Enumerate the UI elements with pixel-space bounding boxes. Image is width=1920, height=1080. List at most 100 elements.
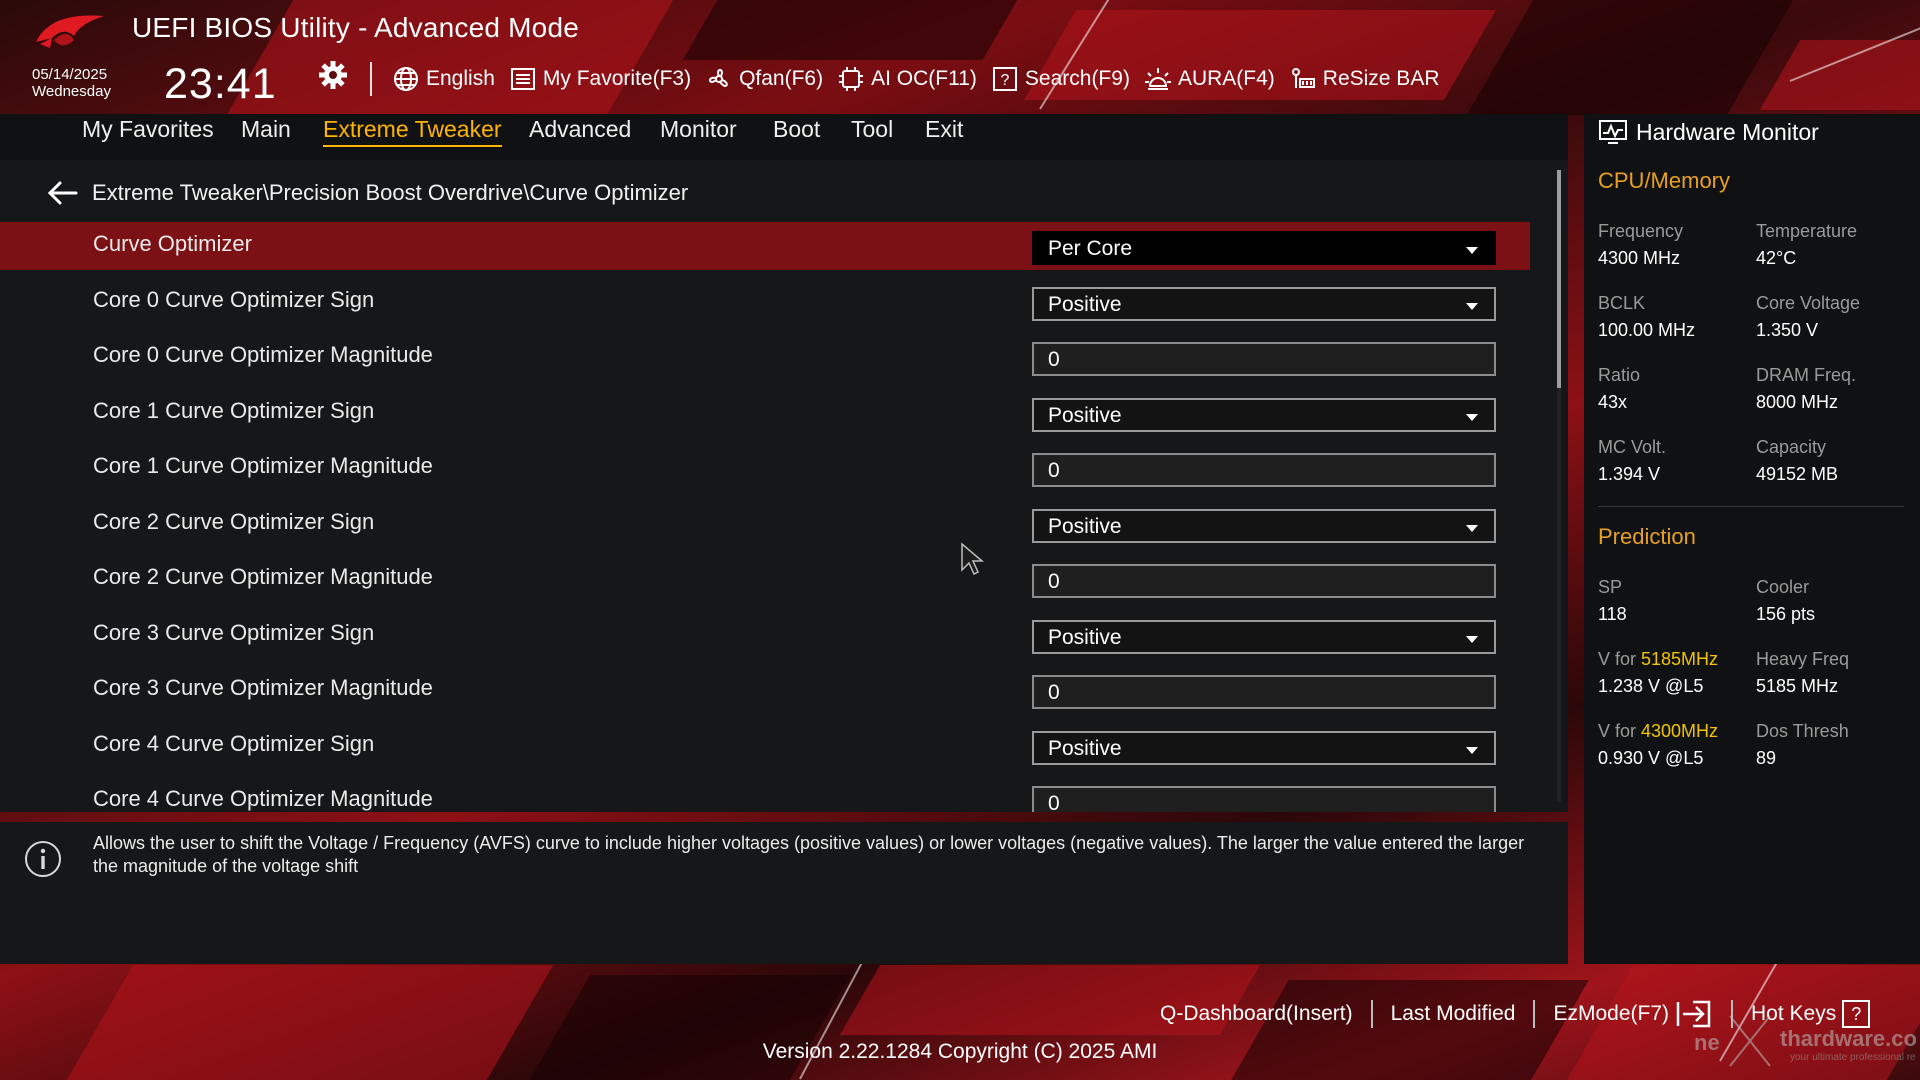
q-dashboard-button[interactable]: Q-Dashboard(Insert) [1160,1002,1353,1026]
date-text: 05/14/2025 [32,66,108,83]
curve-optimizer-dropdown[interactable]: Per Core [1032,231,1496,265]
aura-light-icon [1144,68,1171,90]
setting-label: Core 3 Curve Optimizer Sign [93,620,375,645]
tab-my-favorites[interactable]: My Favorites [82,116,214,145]
settings-panel: Extreme Tweaker\Precision Boost Overdriv… [0,160,1568,812]
setting-row-core3-sign[interactable]: Core 3 Curve Optimizer Sign Positive [0,611,1530,659]
hw-label: DRAM Freq. [1756,365,1857,385]
core2-sign-dropdown[interactable]: Positive [1032,509,1496,543]
breadcrumb-path: Extreme Tweaker\Precision Boost Overdriv… [92,180,689,205]
tab-exit[interactable]: Exit [925,116,963,145]
language-label: English [426,67,495,90]
hw-value: 1.394 V [1598,464,1661,484]
rog-logo-icon [36,15,104,48]
clock-time[interactable]: 23:41 [164,60,277,109]
aura-button[interactable]: AURA(F4) [1144,66,1275,92]
hw-label: SP [1598,577,1623,597]
hw-label: Temperature [1756,221,1858,241]
core0-sign-dropdown[interactable]: Positive [1032,287,1496,321]
hw-label: Dos Thresh [1756,721,1849,741]
main-menu-bar: My Favorites Main Extreme Tweaker Advanc… [0,114,1568,160]
hardware-monitor-panel: Hardware Monitor CPU/Memory Frequency 43… [1584,114,1920,964]
tab-monitor[interactable]: Monitor [660,116,737,145]
tab-boot[interactable]: Boot [773,116,820,145]
hw-label: Capacity [1756,437,1827,457]
setting-row-curve-optimizer[interactable]: Curve Optimizer Per Core [0,222,1530,270]
cpu-memory-section-title: CPU/Memory [1598,168,1731,193]
dropdown-value: Positive [1048,293,1122,316]
setting-row-core4-sign[interactable]: Core 4 Curve Optimizer Sign Positive [0,722,1530,770]
my-favorite-button[interactable]: My Favorite(F3) [509,66,691,92]
hw-value: 8000 MHz [1756,392,1839,412]
hw-label: V for 4300MHz [1598,721,1718,742]
prediction-section-title: Prediction [1598,524,1696,549]
tab-advanced[interactable]: Advanced [529,116,631,145]
core0-magnitude-input[interactable]: 0 [1032,342,1496,376]
hw-value: 49152 MB [1756,464,1839,484]
setting-row-core2-magnitude[interactable]: Core 2 Curve Optimizer Magnitude 0 [0,555,1530,603]
header-divider [370,62,372,96]
hardware-monitor-header: Hardware Monitor [1598,118,1819,146]
hw-label: Cooler [1756,577,1810,597]
qfan-button[interactable]: Qfan(F6) [705,66,823,92]
mouse-cursor-icon [961,542,985,576]
hw-value: 43x [1598,392,1628,412]
search-label: Search(F9) [1024,67,1130,90]
date-display: 05/14/2025 Wednesday [32,66,111,100]
chevron-down-icon [1466,525,1478,532]
setting-label: Core 0 Curve Optimizer Sign [93,287,375,312]
setting-row-core1-magnitude[interactable]: Core 1 Curve Optimizer Magnitude 0 [0,444,1530,492]
ai-oc-button[interactable]: AI OC(F11) [837,66,977,92]
v-for-prefix: V for [1598,649,1642,669]
scrollbar-thumb[interactable] [1557,170,1561,388]
resize-bar-button[interactable]: ReSize BAR [1289,66,1440,92]
hw-label: BCLK [1598,293,1646,313]
setting-label: Core 4 Curve Optimizer Magnitude [93,786,433,811]
ezmode-label: EzMode(F7) [1553,1002,1670,1025]
hw-label: Frequency [1598,221,1684,241]
tab-main[interactable]: Main [241,116,291,145]
hw-value: 5185 MHz [1756,676,1839,696]
back-arrow-icon[interactable] [46,180,78,206]
setting-row-core0-magnitude[interactable]: Core 0 Curve Optimizer Magnitude 0 [0,333,1530,381]
setting-row-core4-magnitude[interactable]: Core 4 Curve Optimizer Magnitude 0 [0,777,1530,812]
tab-tool[interactable]: Tool [851,116,893,145]
setting-label: Core 4 Curve Optimizer Sign [93,731,375,756]
setting-label: Core 2 Curve Optimizer Sign [93,509,375,534]
hw-value: 1.238 V @L5 [1598,676,1704,696]
chevron-down-icon [1466,636,1478,643]
setting-row-core1-sign[interactable]: Core 1 Curve Optimizer Sign Positive [0,389,1530,437]
core2-magnitude-input[interactable]: 0 [1032,564,1496,598]
language-button[interactable]: English [392,66,495,92]
search-button[interactable]: ? Search(F9) [991,66,1130,92]
my-favorite-label: My Favorite(F3) [542,67,692,90]
info-icon [25,841,61,877]
hw-label: Heavy Freq [1756,649,1850,669]
core3-sign-dropdown[interactable]: Positive [1032,620,1496,654]
core1-sign-dropdown[interactable]: Positive [1032,398,1496,432]
hw-value: 118 [1598,604,1627,624]
core3-magnitude-input[interactable]: 0 [1032,675,1496,709]
last-modified-button[interactable]: Last Modified [1391,1002,1516,1026]
search-help-icon: ? [992,67,1017,91]
site-watermark-logo: ne thardware.com your ultimate professio… [1694,1015,1916,1067]
core4-magnitude-input[interactable]: 0 [1032,786,1496,812]
setting-row-core0-sign[interactable]: Core 0 Curve Optimizer Sign Positive [0,278,1530,326]
footer-divider [1533,1000,1536,1028]
setting-row-core3-magnitude[interactable]: Core 3 Curve Optimizer Magnitude 0 [0,666,1530,714]
tab-extreme-tweaker[interactable]: Extreme Tweaker [323,116,502,147]
weekday-text: Wednesday [32,83,111,100]
setting-label: Curve Optimizer [93,231,252,256]
chevron-down-icon [1466,303,1478,310]
setting-row-core2-sign[interactable]: Core 2 Curve Optimizer Sign Positive [0,500,1530,548]
aura-label: AURA(F4) [1177,67,1275,90]
hw-divider [1598,506,1904,507]
globe-icon [394,67,418,91]
core4-sign-dropdown[interactable]: Positive [1032,731,1496,765]
setting-label: Core 1 Curve Optimizer Sign [93,398,375,423]
hw-value: 1.350 V [1756,320,1819,340]
dropdown-value: Positive [1048,737,1122,760]
chevron-down-icon [1466,247,1478,254]
settings-gear-icon[interactable] [318,60,348,90]
core1-magnitude-input[interactable]: 0 [1032,453,1496,487]
